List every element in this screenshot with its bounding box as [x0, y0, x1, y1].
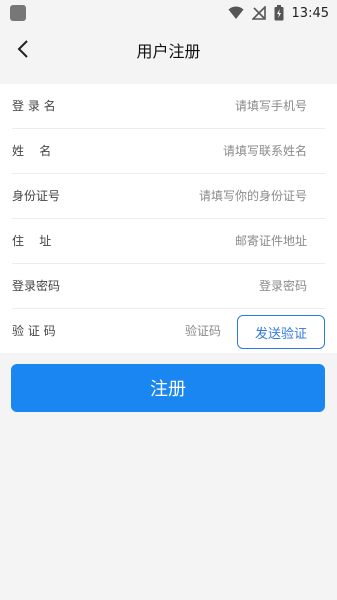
- status-bar: 13:45: [0, 0, 337, 26]
- id-number-row: 身份证号: [12, 174, 325, 219]
- password-row: 登录密码: [12, 264, 325, 309]
- app-notification-icon: [10, 5, 26, 21]
- no-signal-icon: [251, 6, 266, 20]
- password-label: 登录密码: [12, 279, 61, 293]
- address-input[interactable]: [125, 229, 309, 253]
- name-input[interactable]: [125, 139, 309, 163]
- header: 用户注册: [0, 26, 337, 72]
- verification-code-label: 验 证 码: [12, 324, 56, 338]
- page-title: 用户注册: [136, 42, 201, 61]
- status-indicators: 13:45: [228, 3, 329, 23]
- send-code-button[interactable]: 发送验证: [237, 315, 325, 349]
- address-label: 住 址: [12, 234, 52, 248]
- username-input[interactable]: [125, 94, 309, 118]
- address-row: 住 址: [12, 219, 325, 264]
- username-row: 登 录 名: [12, 84, 325, 129]
- name-row: 姓 名: [12, 129, 325, 174]
- name-label: 姓 名: [12, 144, 52, 158]
- verification-code-input[interactable]: [99, 319, 223, 343]
- status-time: 13:45: [291, 5, 329, 21]
- verification-code-row: 验 证 码 发送验证: [12, 309, 325, 353]
- id-number-input[interactable]: [125, 184, 309, 208]
- username-label: 登 录 名: [12, 99, 56, 113]
- wifi-icon: [228, 6, 244, 19]
- registration-form: 登 录 名 姓 名 身份证号 住 址 登录密码 验 证 码 发送验证: [0, 84, 337, 353]
- password-input[interactable]: [125, 274, 309, 298]
- register-button[interactable]: 注册: [11, 364, 325, 412]
- id-number-label: 身份证号: [12, 189, 61, 203]
- battery-charging-icon: [274, 5, 284, 21]
